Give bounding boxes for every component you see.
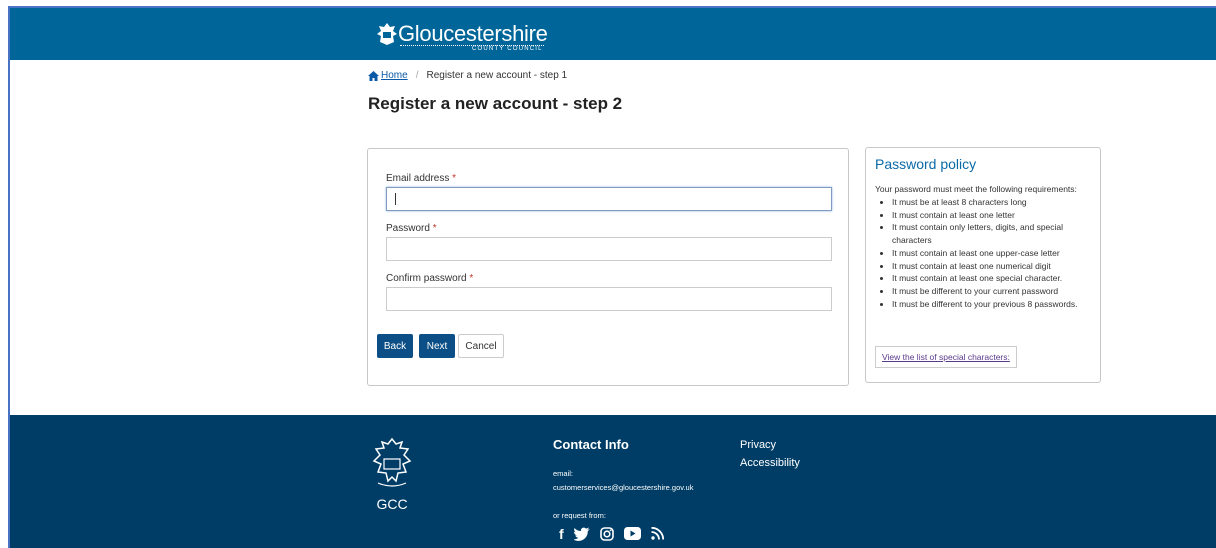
required-marker: * bbox=[469, 273, 474, 284]
policy-rule: It must contain at least one numerical d… bbox=[892, 260, 1104, 273]
crest-text: GCC bbox=[376, 496, 408, 512]
facebook-icon[interactable]: f bbox=[559, 527, 564, 541]
contact-info-heading: Contact Info bbox=[553, 437, 629, 452]
request-label: or request from: bbox=[553, 511, 606, 520]
social-links: f bbox=[559, 527, 664, 541]
policy-title: Password policy bbox=[875, 156, 977, 172]
required-marker: * bbox=[452, 173, 457, 184]
policy-rule: It must contain at least one letter bbox=[892, 209, 1104, 222]
policy-rule: It must contain only letters, digits, an… bbox=[892, 221, 1104, 246]
policy-rule: It must contain at least one upper-case … bbox=[892, 247, 1104, 260]
policy-rule: It must be different to your current pas… bbox=[892, 285, 1104, 298]
policy-intro: Your password must meet the following re… bbox=[875, 184, 1077, 194]
next-button[interactable]: Next bbox=[419, 334, 455, 358]
breadcrumb-current: Register a new account - step 1 bbox=[426, 70, 568, 81]
email-label: email: bbox=[553, 469, 574, 478]
breadcrumb-separator: / bbox=[415, 70, 419, 81]
breadcrumb-home-link[interactable]: Home bbox=[381, 70, 408, 81]
twitter-icon[interactable] bbox=[573, 527, 590, 541]
privacy-link[interactable]: Privacy bbox=[740, 439, 776, 451]
crest-icon bbox=[372, 437, 412, 487]
council-logo[interactable]: Gloucestershire COUNTY COUNCIL bbox=[376, 21, 548, 52]
youtube-icon[interactable] bbox=[623, 527, 641, 540]
email-field[interactable] bbox=[386, 187, 832, 211]
rss-icon[interactable] bbox=[650, 527, 664, 540]
text-caret bbox=[395, 193, 396, 205]
site-footer: GCC Contact Info email: customerservices… bbox=[10, 415, 1216, 548]
crest-icon bbox=[377, 23, 397, 45]
site-header: Gloucestershire COUNTY COUNCIL bbox=[10, 8, 1216, 60]
home-icon[interactable] bbox=[368, 70, 379, 81]
email-label-text: Email address bbox=[386, 173, 450, 184]
breadcrumb: Home / Register a new account - step 1 bbox=[368, 70, 567, 81]
password-field[interactable] bbox=[386, 237, 832, 261]
password-label: Password * bbox=[386, 223, 437, 234]
logo-wordmark: Gloucestershire bbox=[398, 21, 548, 46]
registration-form: Email address * Password * Confirm passw… bbox=[367, 148, 849, 386]
required-marker: * bbox=[432, 223, 437, 234]
gcc-crest-logo[interactable]: GCC bbox=[370, 437, 414, 512]
email-label: Email address * bbox=[386, 173, 456, 184]
accessibility-link[interactable]: Accessibility bbox=[740, 457, 800, 469]
password-policy-panel: Password policy Your password must meet … bbox=[865, 147, 1101, 383]
back-button[interactable]: Back bbox=[377, 334, 413, 358]
special-characters-link[interactable]: View the list of special characters: bbox=[875, 346, 1017, 368]
confirm-label-text: Confirm password bbox=[386, 273, 467, 284]
policy-rule: It must contain at least one special cha… bbox=[892, 272, 1104, 285]
policy-rule: It must be different to your previous 8 … bbox=[892, 298, 1104, 311]
contact-email-link[interactable]: customerservices@gloucestershire.gov.uk bbox=[553, 483, 693, 492]
page-title: Register a new account - step 2 bbox=[368, 94, 623, 113]
confirm-password-field[interactable] bbox=[386, 287, 832, 311]
policy-rule: It must be at least 8 characters long bbox=[892, 196, 1104, 209]
instagram-icon[interactable] bbox=[599, 527, 614, 541]
password-label-text: Password bbox=[386, 223, 430, 234]
confirm-password-label: Confirm password * bbox=[386, 273, 473, 284]
policy-rules-list: It must be at least 8 characters long It… bbox=[876, 196, 1104, 310]
logo-subtext: COUNTY COUNCIL bbox=[472, 46, 543, 52]
cancel-button[interactable]: Cancel bbox=[458, 334, 504, 358]
